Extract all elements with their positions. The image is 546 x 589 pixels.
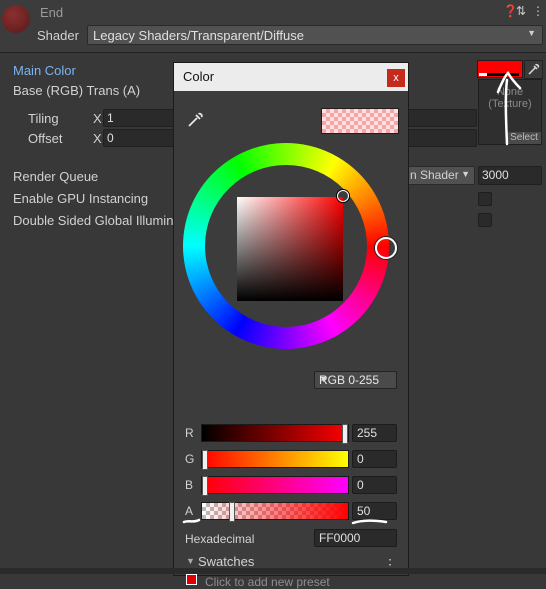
channel-g-field[interactable]: 0 xyxy=(352,450,397,468)
chevron-down-icon: ▼ xyxy=(319,374,328,384)
dialog-body: RGB 0-255 ▼ R 255 G 0 B 0 A 50 Hexadecim… xyxy=(174,91,408,589)
channel-g-label: G xyxy=(185,452,195,466)
inspector-header: End ❓ ⇅ ⋮ Shader Legacy Shaders/Transpar… xyxy=(0,0,546,53)
color-picker-dialog: Color x RGB 0-255 ▼ R 255 G 0 B 0 A 50 H… xyxy=(173,62,409,589)
bottom-bar xyxy=(0,568,546,574)
annotation-underline-a xyxy=(182,518,201,524)
add-preset-hint[interactable]: Click to add new preset xyxy=(205,575,330,589)
hexadecimal-field[interactable]: FF0000 xyxy=(314,529,397,547)
tiling-x-field[interactable]: 1 xyxy=(103,109,175,127)
hexadecimal-label: Hexadecimal xyxy=(185,532,255,546)
channel-a-value: 50 xyxy=(357,504,371,518)
chevron-down-icon: ▼ xyxy=(461,169,470,179)
offset-y-field[interactable] xyxy=(407,129,477,147)
dialog-titlebar[interactable]: Color x xyxy=(174,63,408,91)
channel-b-field[interactable]: 0 xyxy=(352,476,397,494)
render-queue-source: n Shader xyxy=(410,168,459,182)
channel-r-label: R xyxy=(185,426,194,440)
tiling-label: Tiling xyxy=(28,111,59,126)
channel-r-thumb[interactable] xyxy=(342,424,348,444)
render-queue-label: Render Queue xyxy=(13,169,99,184)
base-texture-label: Base (RGB) Trans (A) xyxy=(13,83,141,98)
preset-swatch-icon[interactable] xyxy=(186,574,197,585)
main-color-label: Main Color xyxy=(13,63,76,78)
channel-g-thumb[interactable] xyxy=(202,450,208,470)
gpu-instancing-label: Enable GPU Instancing xyxy=(13,191,149,206)
render-queue-field[interactable]: 3000 xyxy=(478,166,542,185)
saturation-value-cursor[interactable] xyxy=(337,190,349,202)
tiling-x-axis-label: X xyxy=(93,111,102,126)
shader-dropdown[interactable]: Legacy Shaders/Transparent/Diffuse ▼ xyxy=(87,25,543,45)
eyedropper-button[interactable] xyxy=(186,109,206,132)
hexadecimal-value: FF0000 xyxy=(319,531,361,545)
channel-a-thumb[interactable] xyxy=(229,502,235,522)
material-name: End xyxy=(40,5,64,20)
channel-b-thumb[interactable] xyxy=(202,476,208,496)
double-sided-gi-checkbox[interactable] xyxy=(478,213,492,227)
render-queue-value: 3000 xyxy=(482,168,509,182)
offset-label: Offset xyxy=(28,131,63,146)
presets-icon[interactable]: ⇅ xyxy=(516,4,526,18)
material-icon xyxy=(2,5,30,33)
double-sided-gi-label: Double Sided Global Illumina xyxy=(13,213,181,228)
channel-g-value: 0 xyxy=(357,452,364,466)
gpu-instancing-checkbox[interactable] xyxy=(478,192,492,206)
swatches-title[interactable]: Swatches xyxy=(198,554,254,569)
channel-r-field[interactable]: 255 xyxy=(352,424,397,442)
channel-a-slider[interactable] xyxy=(201,502,349,522)
eyedropper-icon xyxy=(188,112,203,127)
swatches-foldout-icon[interactable]: ▼ xyxy=(186,556,195,566)
shader-dropdown-value: Legacy Shaders/Transparent/Diffuse xyxy=(93,28,305,43)
channel-r-value: 255 xyxy=(357,426,378,440)
channel-g-slider[interactable] xyxy=(201,450,349,470)
tiling-y-field[interactable] xyxy=(407,109,477,127)
color-preview-swatch xyxy=(321,108,399,134)
channel-b-slider[interactable] xyxy=(201,476,349,496)
offset-x-value: 0 xyxy=(107,131,114,145)
tiling-x-value: 1 xyxy=(107,111,114,125)
offset-x-axis-label: X xyxy=(93,131,102,146)
annotation-arrow xyxy=(496,70,522,146)
channel-b-label: B xyxy=(185,478,194,492)
hue-cursor[interactable] xyxy=(375,237,397,259)
offset-x-field[interactable]: 0 xyxy=(103,129,175,147)
chevron-down-icon: ▼ xyxy=(527,28,536,38)
saturation-value-square[interactable] xyxy=(237,197,343,301)
dialog-title: Color xyxy=(183,69,215,84)
annotation-underline-alpha-value xyxy=(351,519,388,525)
channel-a-label: A xyxy=(185,504,194,518)
render-queue-dropdown[interactable]: n Shader ▼ xyxy=(405,166,475,185)
channel-r-slider[interactable] xyxy=(201,424,349,444)
more-icon[interactable]: ⋮ xyxy=(532,4,544,18)
channel-b-value: 0 xyxy=(357,478,364,492)
shader-label: Shader xyxy=(37,28,79,43)
color-mode-dropdown[interactable]: RGB 0-255 ▼ xyxy=(314,371,397,389)
close-button[interactable]: x xyxy=(387,69,405,87)
